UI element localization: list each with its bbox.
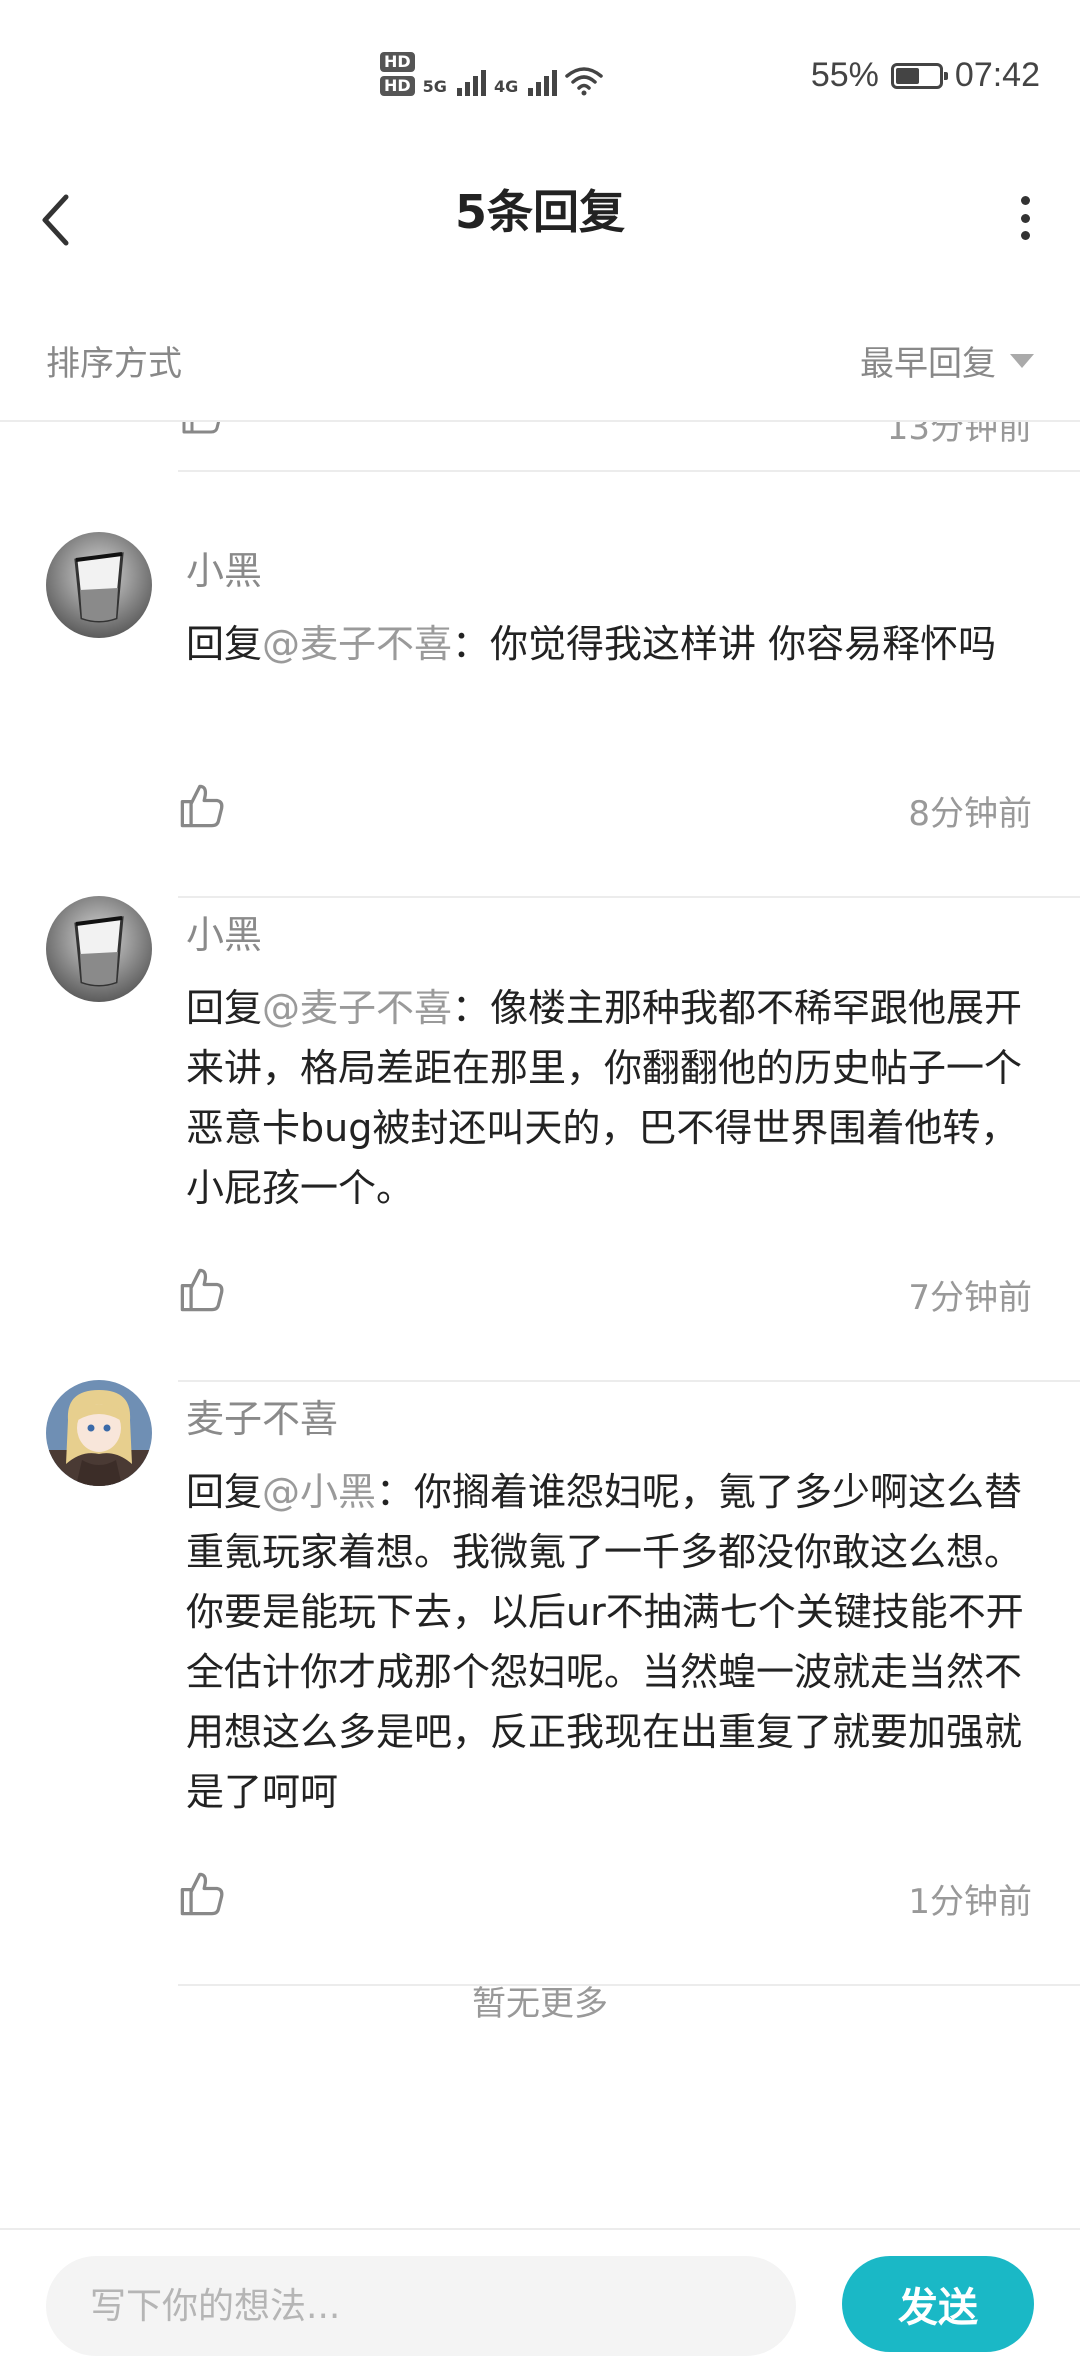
like-icon[interactable] (178, 1266, 226, 1314)
reply-time: 1分钟前 (908, 1882, 1032, 1922)
sort-bar: 排序方式 最早回复 (0, 292, 1080, 422)
battery-percent: 55% (810, 56, 879, 94)
avatar[interactable] (46, 1380, 152, 1486)
avatar[interactable] (46, 896, 152, 1002)
like-icon[interactable] (178, 782, 226, 830)
comment-composer: 发送 (0, 2228, 1080, 2378)
hd-badge-2: HD (380, 76, 415, 96)
no-more-text: 暂无更多 (472, 1984, 608, 2024)
status-bar: HD HD 5G 4G 55% 07:42 (0, 0, 1080, 150)
battery-icon (890, 62, 948, 89)
comment-input[interactable] (46, 2256, 796, 2356)
username[interactable]: 小黑 (186, 540, 262, 595)
username[interactable]: 麦子不喜 (186, 1388, 338, 1443)
more-vertical-icon[interactable] (1010, 188, 1040, 248)
mention-link[interactable]: @小黑 (262, 1470, 376, 1514)
send-button[interactable]: 发送 (842, 2256, 1034, 2352)
divider (178, 470, 1080, 472)
hd-badge-1: HD (380, 52, 415, 72)
username[interactable]: 小黑 (186, 904, 262, 959)
signal-icon-1 (456, 70, 486, 96)
sort-label: 排序方式 (46, 344, 182, 384)
like-icon[interactable] (178, 1870, 226, 1918)
divider (178, 1380, 1080, 1382)
reply-time: 13分钟前 (886, 420, 1032, 448)
previous-reply-partial: 13分钟前 (0, 420, 1080, 472)
divider (178, 896, 1080, 898)
reply-content: 回复@麦子不喜：你觉得我这样讲 你容易释怀吗 (186, 622, 997, 666)
mention-link[interactable]: @麦子不喜 (262, 986, 452, 1030)
mention-link[interactable]: @麦子不喜 (262, 622, 452, 666)
avatar[interactable] (46, 532, 152, 638)
sort-dropdown[interactable]: 最早回复 (860, 336, 1034, 385)
sort-selected-value: 最早回复 (860, 344, 996, 384)
reply-time: 7分钟前 (908, 1278, 1032, 1318)
network-type-1: 5G (422, 77, 447, 96)
wifi-icon (565, 67, 603, 96)
page-title: 5条回复 (454, 185, 625, 239)
reply-time: 8分钟前 (908, 794, 1032, 834)
clock: 07:42 (954, 56, 1040, 94)
network-type-2: 4G (493, 77, 519, 96)
reply-content: 回复@小黑：你搁着谁怨妇呢，氪了多少啊这么替重氪玩家着想。我微氪了一千多都没你敢… (186, 1470, 1024, 1814)
signal-icon-2 (528, 70, 558, 96)
header: 5条回复 (0, 150, 1080, 294)
like-icon[interactable] (180, 420, 224, 436)
chevron-down-icon (1010, 353, 1034, 368)
network-indicators: HD HD 5G 4G (380, 52, 603, 96)
reply-content: 回复@麦子不喜：像楼主那种我都不稀罕跟他展开来讲，格局差距在那里，你翻翻他的历史… (186, 986, 1023, 1210)
